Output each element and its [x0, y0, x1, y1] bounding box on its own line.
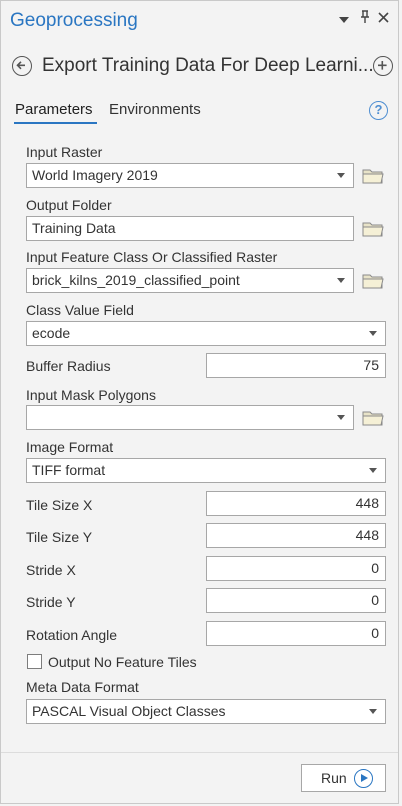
buffer-radius-label: Buffer Radius: [26, 358, 111, 374]
stride-y-input[interactable]: 0: [206, 588, 386, 613]
tab-environments[interactable]: Environments: [109, 101, 201, 118]
active-tab-indicator: [14, 122, 97, 124]
footer-divider: [1, 752, 398, 753]
output-no-feature-tiles-label: Output No Feature Tiles: [48, 654, 197, 670]
close-icon[interactable]: [378, 11, 389, 26]
output-folder-input[interactable]: Training Data: [26, 216, 354, 241]
tool-title: Export Training Data For Deep Learni...: [42, 55, 374, 76]
back-icon[interactable]: [12, 56, 32, 76]
chevron-down-icon: [337, 173, 345, 178]
stride-x-label: Stride X: [26, 562, 76, 578]
rotation-angle-label: Rotation Angle: [26, 627, 118, 643]
folder-icon[interactable]: [362, 410, 384, 426]
chevron-down-icon[interactable]: [339, 12, 349, 27]
class-value-field-value: ecode: [32, 325, 71, 341]
stride-y-label: Stride Y: [26, 594, 76, 610]
meta-data-format-dropdown[interactable]: PASCAL Visual Object Classes: [26, 699, 386, 724]
folder-icon[interactable]: [362, 273, 384, 289]
folder-icon[interactable]: [362, 221, 384, 237]
input-mask-polygons-label: Input Mask Polygons: [26, 387, 156, 403]
image-format-dropdown[interactable]: TIFF format: [26, 458, 386, 483]
chevron-down-icon: [369, 468, 377, 473]
input-feature-class-dropdown[interactable]: brick_kilns_2019_classified_point: [26, 268, 354, 293]
meta-data-format-label: Meta Data Format: [26, 679, 139, 695]
chevron-down-icon: [369, 709, 377, 714]
input-raster-value: World Imagery 2019: [32, 167, 158, 183]
tile-size-y-input[interactable]: 448: [206, 523, 386, 548]
class-value-field-dropdown[interactable]: ecode: [26, 321, 386, 346]
pane-title: Geoprocessing: [10, 10, 138, 31]
tab-parameters[interactable]: Parameters: [15, 101, 93, 118]
output-folder-value: Training Data: [32, 220, 116, 236]
rotation-angle-input[interactable]: 0: [206, 621, 386, 646]
add-icon[interactable]: [373, 56, 393, 76]
tile-size-x-input[interactable]: 448: [206, 491, 386, 516]
input-feature-class-value: brick_kilns_2019_classified_point: [32, 272, 240, 288]
chevron-down-icon: [337, 415, 345, 420]
input-mask-polygons-dropdown[interactable]: [26, 405, 354, 430]
tile-size-y-label: Tile Size Y: [26, 529, 93, 545]
meta-data-format-value: PASCAL Visual Object Classes: [32, 703, 226, 719]
run-button-label: Run: [321, 770, 347, 786]
image-format-label: Image Format: [26, 439, 114, 455]
tile-size-x-label: Tile Size X: [26, 497, 93, 513]
class-value-field-label: Class Value Field: [26, 302, 134, 318]
input-feature-class-label: Input Feature Class Or Classified Raster: [26, 249, 278, 265]
buffer-radius-input[interactable]: 75: [206, 353, 386, 378]
stride-x-input[interactable]: 0: [206, 556, 386, 581]
input-raster-label: Input Raster: [26, 144, 103, 160]
output-no-feature-tiles-checkbox[interactable]: [27, 654, 42, 669]
image-format-value: TIFF format: [32, 462, 106, 478]
help-icon[interactable]: ?: [369, 101, 388, 120]
output-folder-label: Output Folder: [26, 197, 112, 213]
chevron-down-icon: [369, 331, 377, 336]
folder-icon[interactable]: [362, 168, 384, 184]
pin-icon[interactable]: [360, 10, 370, 27]
chevron-down-icon: [337, 278, 345, 283]
input-raster-dropdown[interactable]: World Imagery 2019: [26, 163, 354, 188]
run-button[interactable]: Run: [301, 764, 386, 792]
play-icon: [354, 769, 373, 788]
